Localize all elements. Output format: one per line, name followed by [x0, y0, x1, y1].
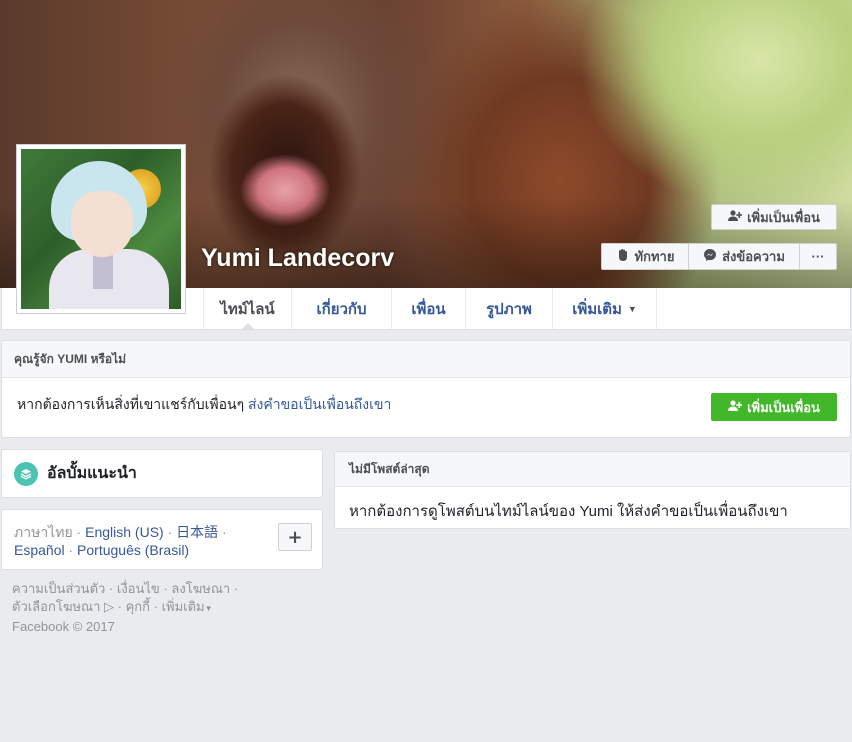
tab-friends-label: เพื่อน [411, 300, 446, 318]
poke-label: ทักทาย [634, 249, 675, 264]
footer-link-more[interactable]: เพิ่มเติม [162, 599, 205, 614]
featured-albums-card[interactable]: อัลบั้มแนะนำ [1, 449, 323, 498]
pp-face [71, 191, 133, 257]
more-dots-icon: ··· [811, 249, 825, 264]
poke-button[interactable]: ทักทาย [601, 243, 689, 270]
do-you-know-title: คุณรู้จัก YUMI หรือไม่ [2, 341, 850, 378]
tab-timeline[interactable]: ไทม์ไลน์ [203, 288, 291, 330]
tab-about[interactable]: เกี่ยวกับ [291, 288, 391, 329]
tab-photos-label: รูปภาพ [486, 300, 532, 318]
profile-name[interactable]: Yumi Landecorv [201, 244, 394, 273]
footer: ความเป็นส่วนตัว · เงื่อนไข · ลงโฆษณา · ต… [12, 581, 239, 634]
caret-down-icon: ▼ [204, 604, 213, 613]
current-language: ภาษาไทย [14, 524, 73, 540]
add-friend-green-label: เพิ่มเป็นเพื่อน [747, 399, 820, 415]
do-you-know-card: คุณรู้จัก YUMI หรือไม่ หากต้องการเห็นสิ่… [1, 340, 851, 438]
tab-photos[interactable]: รูปภาพ [465, 288, 552, 329]
profile-actions: ทักทาย ส่งข้อความ ··· [601, 243, 837, 270]
footer-link-privacy[interactable]: ความเป็นส่วนตัว [12, 581, 105, 596]
tab-about-label: เกี่ยวกับ [316, 300, 367, 318]
tab-friends[interactable]: เพื่อน [391, 288, 465, 329]
profile-picture-image [21, 149, 181, 309]
no-recent-posts-title: ไม่มีโพสต์ล่าสุด [335, 452, 850, 487]
language-list: ภาษาไทย · English (US) · 日本語 · Español ·… [14, 524, 227, 558]
send-friend-request-link[interactable]: ส่งคำขอเป็นเพื่อนถึงเขา [248, 396, 391, 412]
language-japanese[interactable]: 日本語 [176, 524, 218, 540]
add-friend-label: เพิ่มเป็นเพื่อน [747, 209, 820, 225]
no-recent-posts-card: ไม่มีโพสต์ล่าสุด หากต้องการดูโพสต์บนไทม์… [334, 451, 851, 529]
language-english[interactable]: English (US) [85, 524, 164, 540]
footer-link-terms[interactable]: เงื่อนไข [117, 581, 160, 596]
language-card: ภาษาไทย · English (US) · 日本語 · Español ·… [1, 509, 323, 570]
wave-icon [616, 248, 630, 265]
message-button[interactable]: ส่งข้อความ [689, 243, 800, 270]
no-recent-posts-text: หากต้องการดูโพสต์บนไทม์ไลน์ของ Yumi ให้ส… [349, 503, 788, 520]
language-portuguese[interactable]: Português (Brasil) [77, 542, 189, 558]
footer-link-ad-choices[interactable]: ตัวเลือกโฆษณา [12, 599, 100, 614]
profile-picture[interactable] [16, 144, 186, 314]
tab-timeline-label: ไทม์ไลน์ [220, 300, 275, 318]
footer-link-cookies[interactable]: คุกกี้ [126, 599, 150, 614]
footer-copyright: Facebook © 2017 [12, 619, 115, 634]
add-friend-icon [728, 209, 743, 225]
ad-choices-icon: ▷ [100, 599, 115, 614]
more-languages-button[interactable]: + [278, 523, 312, 551]
message-label: ส่งข้อความ [722, 249, 785, 264]
tab-more-label: เพิ่มเติม [572, 300, 622, 318]
caret-down-icon: ▼ [627, 303, 637, 314]
tab-more[interactable]: เพิ่มเติม ▼ [552, 288, 657, 329]
more-options-button[interactable]: ··· [800, 243, 837, 270]
do-you-know-text: หากต้องการเห็นสิ่งที่เขาแชร์กับเพื่อนๆ ส… [17, 394, 391, 416]
do-you-know-body: หากต้องการเห็นสิ่งที่เขาแชร์กับเพื่อนๆ [17, 396, 245, 412]
albums-title: อัลบั้มแนะนำ [47, 465, 137, 482]
albums-icon [14, 461, 38, 486]
messenger-icon [703, 248, 717, 265]
profile-tabs: ไทม์ไลน์ เกี่ยวกับ เพื่อน รูปภาพ เพิ่มเต… [203, 288, 657, 330]
language-spanish[interactable]: Español [14, 542, 65, 558]
add-friend-button[interactable]: เพิ่มเป็นเพื่อน [711, 204, 837, 230]
footer-link-advertising[interactable]: ลงโฆษณา [171, 581, 230, 596]
add-friend-icon [728, 399, 743, 415]
add-friend-green-button[interactable]: เพิ่มเป็นเพื่อน [711, 393, 837, 421]
